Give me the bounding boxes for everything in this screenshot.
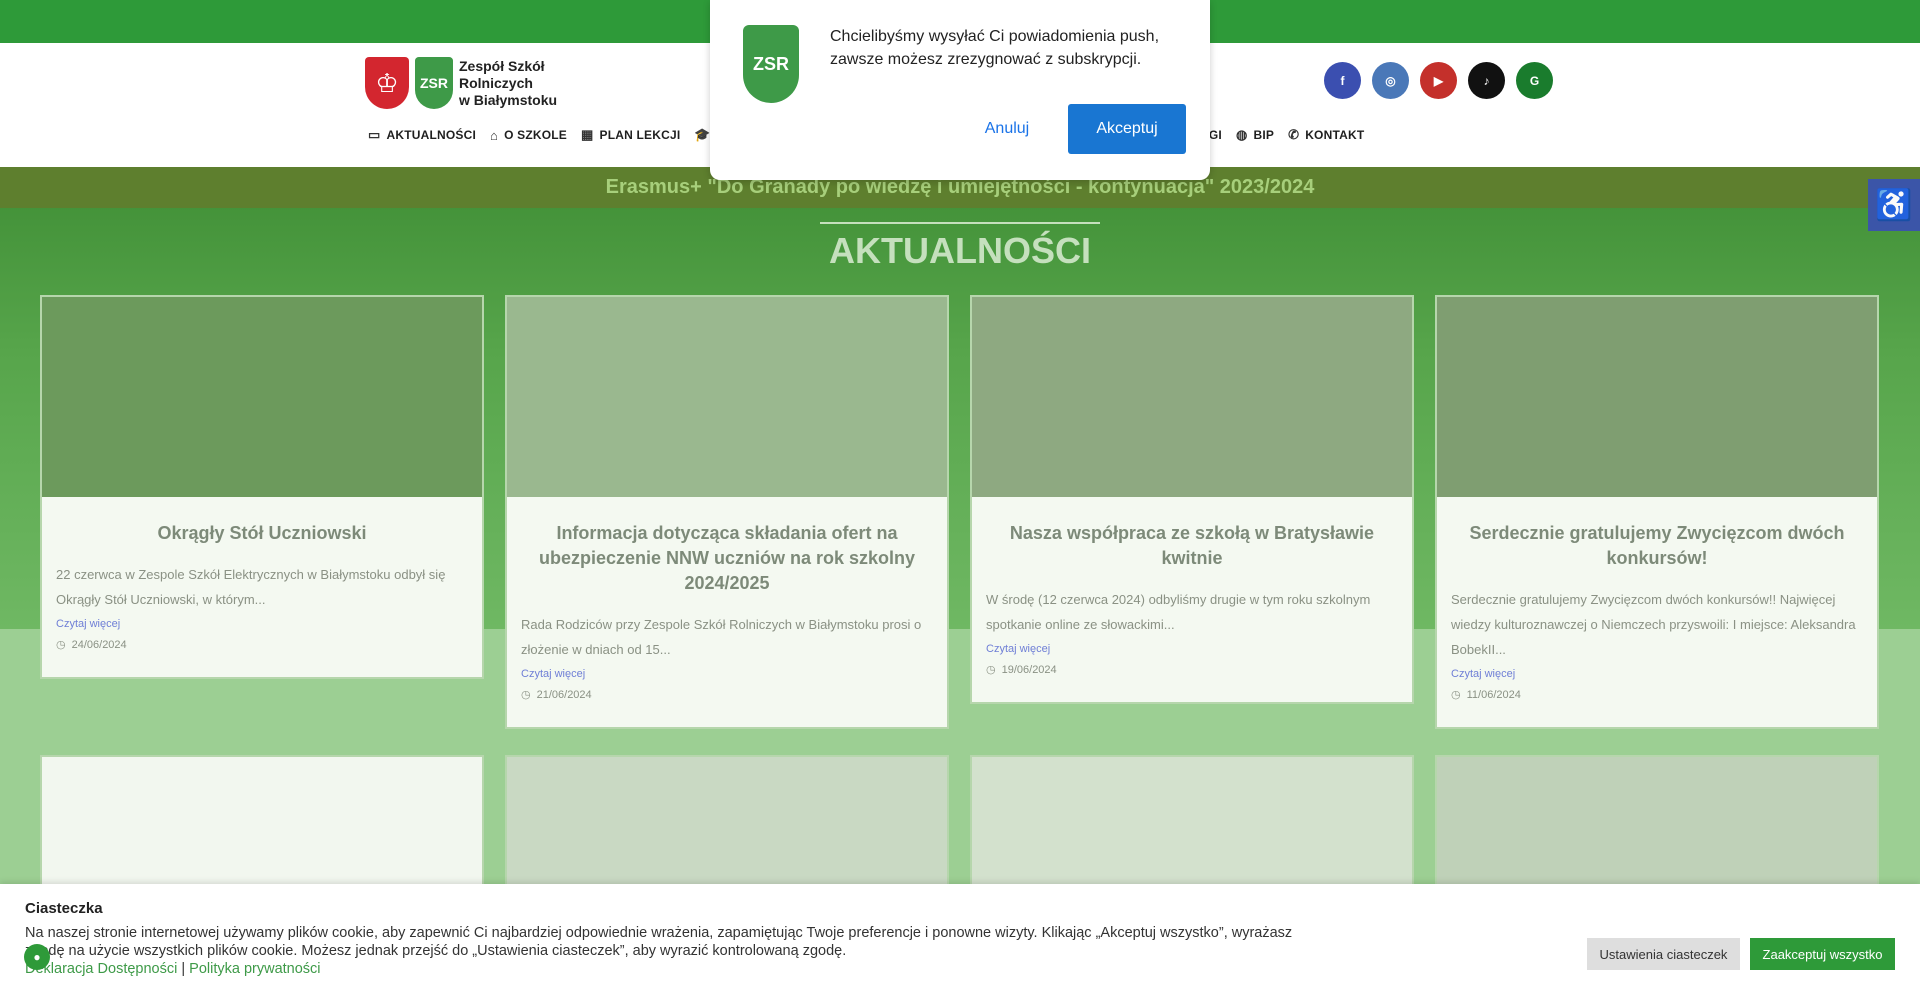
news-thumbnail [507, 297, 947, 497]
news-excerpt: W środę (12 czerwca 2024) odbyliśmy drug… [986, 592, 1371, 632]
other-social-icon[interactable]: G [1516, 62, 1553, 99]
news-thumbnail [42, 297, 482, 497]
privacy-policy-link[interactable]: Polityka prywatności [189, 961, 320, 977]
site-logo[interactable]: ♔ ZSR Zespół Szkół Rolniczych w Białymst… [365, 57, 599, 109]
news-thumbnail [972, 297, 1412, 497]
graduation-cap-icon: 🎓 [694, 127, 711, 142]
push-notification-dialog: ZSR Chcielibyśmy wysyłać Ci powiadomieni… [710, 0, 1210, 180]
read-more-link[interactable]: Czytaj więcej [972, 643, 1412, 655]
news-excerpt: Rada Rodziców przy Zespole Szkół Rolnicz… [521, 617, 922, 657]
news-card[interactable]: Okrągły Stół Uczniowski 22 czerwca w Zes… [40, 295, 484, 679]
nav-item-o-szkole[interactable]: ⌂ O SZKOLE [490, 128, 567, 143]
news-title[interactable]: Okrągły Stół Uczniowski [42, 497, 482, 556]
instagram-icon[interactable]: ◎ [1372, 62, 1409, 99]
news-card[interactable] [40, 755, 484, 895]
clock-icon: ◷ [56, 639, 66, 651]
cookie-text: Na naszej stronie internetowej używamy p… [25, 925, 1293, 959]
main-nav: ▭ AKTUALNOŚCI ⌂ O SZKOLE ▦ PLAN LEKCJI 🎓 [368, 127, 725, 143]
cookie-title: Ciasteczka [25, 900, 103, 917]
nav-item-edu[interactable]: 🎓 [694, 127, 710, 143]
read-more-link[interactable]: Czytaj więcej [42, 618, 482, 630]
nav-item-aktualnosci[interactable]: ▭ AKTUALNOŚCI [368, 127, 476, 143]
globe-icon: ◍ [1235, 127, 1248, 142]
clock-icon: ◷ [1451, 689, 1461, 701]
youtube-icon[interactable]: ▶ [1420, 62, 1457, 99]
home-icon: ⌂ [490, 127, 499, 143]
section-title: AKTUALNOŚCI [820, 222, 1100, 272]
school-crest-icon: ZSR [415, 57, 453, 109]
main-nav-right: RGI ◍ BIP ✆ KONTAKT [1200, 127, 1378, 143]
accept-all-button[interactable]: Zaakceptuj wszystko [1750, 938, 1895, 970]
read-more-link[interactable]: Czytaj więcej [507, 668, 947, 680]
accessibility-icon[interactable]: ♿ [1868, 179, 1920, 231]
tiktok-icon[interactable]: ♪ [1468, 62, 1505, 99]
phone-icon: ✆ [1288, 127, 1300, 142]
news-card[interactable]: Serdecznie gratulujemy Zwycięzcom dwóch … [1435, 295, 1879, 729]
push-message: Chcielibyśmy wysyłać Ci powiadomienia pu… [830, 28, 1160, 68]
school-crest-icon: ZSR [743, 25, 799, 103]
logo-text: Zespół Szkół Rolniczych w Białymstoku [459, 57, 558, 108]
nav-item-kontakt[interactable]: ✆ KONTAKT [1288, 127, 1364, 143]
nav-item-plan-lekcji[interactable]: ▦ PLAN LEKCJI [581, 127, 680, 143]
chat-icon: ▭ [368, 127, 381, 142]
cancel-button[interactable]: Anuluj [963, 104, 1051, 154]
news-title[interactable]: Informacja dotycząca składania ofert na … [507, 497, 947, 606]
social-links: f ◎ ▶ ♪ G [1324, 62, 1553, 99]
news-card[interactable]: Informacja dotycząca składania ofert na … [505, 295, 949, 729]
clock-icon: ◷ [521, 689, 531, 701]
news-title[interactable]: Nasza współpraca ze szkołą w Bratysławie… [972, 497, 1412, 581]
news-date: ◷ 24/06/2024 [56, 638, 127, 652]
cookie-links: Deklaracja Dostępności | Polityka prywat… [25, 961, 321, 977]
read-more-link[interactable]: Czytaj więcej [1437, 668, 1877, 680]
news-excerpt: 22 czerwca w Zespole Szkół Elektrycznych… [56, 567, 446, 607]
clock-icon: ◷ [986, 664, 996, 676]
accept-button[interactable]: Akceptuj [1068, 104, 1186, 154]
news-card[interactable] [970, 755, 1414, 895]
news-date: ◷ 11/06/2024 [1451, 688, 1521, 702]
news-card[interactable] [505, 755, 949, 895]
eagle-emblem-icon: ♔ [365, 57, 409, 109]
news-date: ◷ 21/06/2024 [521, 688, 592, 702]
news-card[interactable] [1435, 755, 1879, 895]
news-card[interactable]: Nasza współpraca ze szkołą w Bratysławie… [970, 295, 1414, 704]
facebook-icon[interactable]: f [1324, 62, 1361, 99]
news-thumbnail [1437, 297, 1877, 497]
news-date: ◷ 19/06/2024 [986, 663, 1057, 677]
calendar-icon: ▦ [581, 127, 594, 142]
cookie-consent-icon[interactable]: ● [24, 944, 50, 970]
nav-item-bip[interactable]: ◍ BIP [1236, 127, 1274, 143]
news-title[interactable]: Serdecznie gratulujemy Zwycięzcom dwóch … [1437, 497, 1877, 581]
cookie-settings-button[interactable]: Ustawienia ciasteczek [1587, 938, 1740, 970]
news-excerpt: Serdecznie gratulujemy Zwycięzcom dwóch … [1451, 592, 1856, 657]
cookie-banner: Ciasteczka Na naszej stronie internetowe… [0, 884, 1920, 993]
